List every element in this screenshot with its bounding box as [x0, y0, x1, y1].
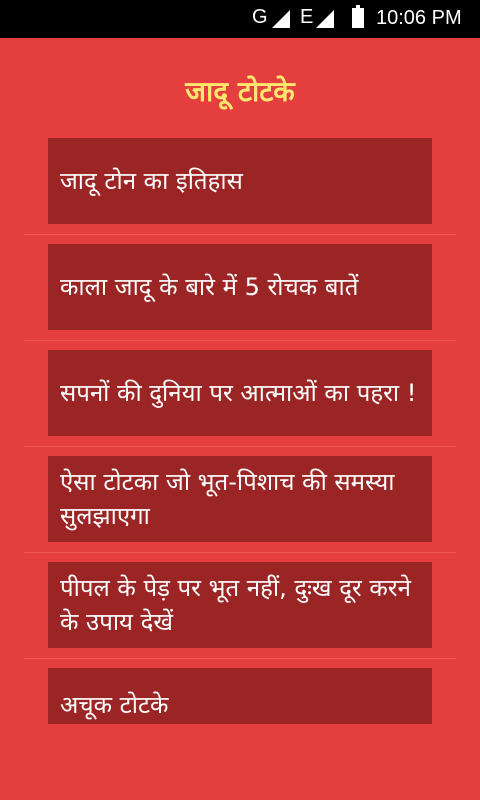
divider — [24, 658, 456, 659]
list-item-label: जादू टोन का इतिहास — [60, 167, 243, 195]
signal-icon — [316, 10, 334, 28]
network-g-label: G — [252, 6, 268, 28]
status-bar: G E 10:06 PM — [0, 0, 480, 38]
battery-icon — [352, 5, 364, 28]
list-item[interactable]: जादू टोन का इतिहास — [48, 138, 432, 224]
app-title: जादू टोटके — [185, 75, 295, 108]
divider — [24, 446, 456, 447]
network-e-label: E — [300, 6, 314, 28]
list-item-label: सपनों की दुनिया पर आत्माओं का पहरा ! — [60, 379, 417, 407]
list-item-label: काला जादू के बारे में 5 रोचक बातें — [60, 273, 359, 301]
divider — [24, 234, 456, 235]
signal-icon — [272, 10, 290, 28]
list-item[interactable]: पीपल के पेड़ पर भूत नहीं, दुःख दूर करने … — [48, 562, 432, 648]
list-item[interactable]: ऐसा टोटका जो भूत-पिशाच की समस्या सुलझाएग… — [48, 456, 432, 542]
divider — [24, 340, 456, 341]
list-item-label: पीपल के पेड़ पर भूत नहीं, दुःख दूर करने … — [60, 574, 411, 636]
status-time: 10:06 PM — [376, 7, 462, 29]
list-item-label: अचूक टोटके — [60, 691, 169, 719]
list-item[interactable]: सपनों की दुनिया पर आत्माओं का पहरा ! — [48, 350, 432, 436]
divider — [24, 552, 456, 553]
list-item[interactable]: काला जादू के बारे में 5 रोचक बातें — [48, 244, 432, 330]
list-item[interactable]: अचूक टोटके — [48, 668, 432, 724]
list-item-label: ऐसा टोटका जो भूत-पिशाच की समस्या सुलझाएग… — [60, 468, 395, 530]
